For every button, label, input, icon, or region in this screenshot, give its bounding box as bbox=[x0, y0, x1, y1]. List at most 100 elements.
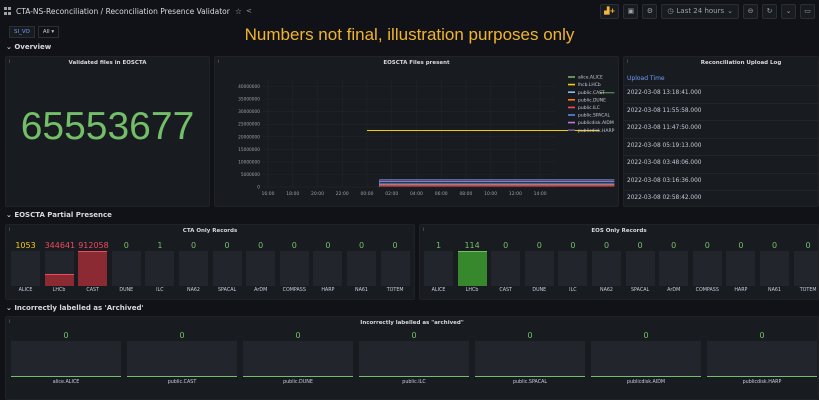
stat-label: ILC bbox=[156, 288, 164, 293]
stat-value: 0 bbox=[295, 331, 301, 340]
stat-box-na62[interactable] bbox=[179, 251, 208, 286]
y-tick-label: 5000000 bbox=[241, 172, 260, 178]
stat-value: 0 bbox=[411, 331, 417, 340]
stat-label: NA61 bbox=[768, 288, 781, 293]
stat-label: publicdisk.AIDM bbox=[626, 380, 666, 385]
panel-title: Reconciliation Upload Log bbox=[700, 60, 782, 66]
stat-box-compass[interactable] bbox=[692, 251, 722, 286]
stat-box-ilc[interactable] bbox=[558, 251, 588, 286]
panel-info-icon[interactable]: i bbox=[627, 59, 628, 65]
breadcrumb[interactable]: CTA-NS-Reconciliation / Reconciliation P… bbox=[16, 7, 230, 16]
stat-box-ardm[interactable] bbox=[659, 251, 689, 286]
stat-value: 0 bbox=[392, 241, 398, 250]
stat-label: ALICE bbox=[431, 288, 446, 293]
x-tick-label: 02:00 bbox=[385, 191, 398, 197]
save-dashboard-icon[interactable]: ▣ bbox=[623, 3, 639, 19]
stat-box-harp[interactable] bbox=[313, 251, 343, 286]
stat-label: DUNE bbox=[532, 288, 547, 293]
stat-box-lhcb[interactable] bbox=[457, 251, 487, 286]
sparkline-baseline bbox=[707, 376, 817, 377]
stat-value: 0 bbox=[291, 241, 297, 250]
stat-box-public-dune[interactable] bbox=[243, 341, 353, 377]
clock-icon: ◷ bbox=[667, 7, 674, 15]
log-row-divider bbox=[624, 155, 818, 156]
x-tick-label: 16:00 bbox=[262, 191, 275, 197]
stat-value: 0 bbox=[570, 241, 576, 250]
row-title-archived: Incorrectly labelled as 'Archived' bbox=[14, 304, 144, 312]
stat-box-spacal[interactable] bbox=[625, 251, 655, 286]
stat-box-public-cast[interactable] bbox=[127, 341, 237, 377]
stat-value: 0 bbox=[603, 241, 610, 250]
stat-box-na61[interactable] bbox=[347, 251, 376, 286]
panel-title: Validated files in EOSCTA bbox=[68, 60, 147, 66]
stat-box-public-ilc[interactable] bbox=[359, 341, 469, 377]
stat-value: 0 bbox=[503, 241, 509, 250]
star-icon[interactable]: ☆ bbox=[235, 7, 242, 16]
refresh-icon[interactable]: ↻ bbox=[762, 3, 777, 19]
share-icon[interactable]: < bbox=[246, 7, 252, 15]
row-header-overview[interactable]: ⌄ Overview bbox=[6, 43, 51, 51]
stat-box-alice[interactable] bbox=[11, 251, 40, 286]
stat-value: 0 bbox=[738, 241, 744, 250]
refresh-interval-chevron-icon[interactable]: ⌄ bbox=[781, 3, 796, 19]
log-row-divider bbox=[624, 85, 818, 86]
stat-box-publicdisk-harp[interactable] bbox=[707, 341, 817, 377]
stat-box-dune[interactable] bbox=[111, 251, 141, 286]
sparkline-baseline bbox=[127, 376, 237, 377]
log-row-divider bbox=[624, 102, 818, 104]
settings-gear-icon[interactable]: ⚙ bbox=[642, 3, 658, 19]
time-range-picker[interactable]: ◷ Last 24 hours ⌄ bbox=[661, 3, 739, 19]
x-tick-label: 04:00 bbox=[410, 191, 423, 197]
y-tick-label: 40000000 bbox=[238, 84, 260, 90]
stat-box-totem[interactable] bbox=[380, 251, 410, 286]
stat-value: 0 bbox=[704, 241, 710, 250]
sparkline-baseline bbox=[359, 376, 469, 377]
stat-label: public.DUNE bbox=[283, 380, 313, 385]
stat-box-ilc[interactable] bbox=[145, 251, 175, 286]
stat-value: 1 bbox=[157, 241, 163, 250]
stat-box-dune[interactable] bbox=[524, 251, 554, 286]
add-panel-icon[interactable]: ▟+ bbox=[600, 3, 620, 19]
stat-label: CAST bbox=[499, 288, 512, 293]
stat-value: 912058 bbox=[78, 241, 109, 250]
stat-box-na61[interactable] bbox=[760, 251, 789, 286]
view-mode-icon[interactable]: ▭ bbox=[800, 3, 815, 19]
stat-label: public.ILC bbox=[402, 380, 426, 385]
log-column-header[interactable]: Upload Time bbox=[627, 75, 665, 82]
stat-value: 1 bbox=[435, 241, 442, 250]
stat-box-cast[interactable] bbox=[491, 251, 521, 286]
zoom-out-icon[interactable]: ⊖ bbox=[743, 3, 758, 19]
stat-value: 1053 bbox=[15, 241, 36, 250]
stat-label: DUNE bbox=[119, 288, 134, 293]
x-tick-label: 12:00 bbox=[509, 191, 522, 197]
stat-value: 0 bbox=[671, 241, 677, 250]
log-row: 2022-03-08 11:55:58.000 bbox=[627, 107, 702, 114]
sparkline-baseline bbox=[591, 376, 701, 377]
stat-box-public-spacal[interactable] bbox=[475, 341, 585, 377]
stat-box-publicdisk-aidm[interactable] bbox=[591, 341, 701, 377]
stat-box-harp[interactable] bbox=[726, 251, 756, 286]
legend-entry: public.SPACAL bbox=[578, 113, 610, 119]
log-row: 2022-03-08 02:58:42.000 bbox=[627, 195, 702, 201]
stat-value: 0 bbox=[805, 241, 811, 250]
stat-box-compass[interactable] bbox=[279, 251, 309, 286]
legend-entry: public.CAST bbox=[578, 90, 605, 96]
stat-label: ArDM bbox=[254, 288, 268, 293]
stat-box-alice[interactable] bbox=[424, 251, 453, 286]
panel-title: Incorrectly labelled as "archived" bbox=[360, 320, 464, 326]
stat-value: 0 bbox=[258, 241, 264, 250]
row-header-archived[interactable]: ⌄ Incorrectly labelled as 'Archived' bbox=[6, 304, 144, 312]
row-header-partial[interactable]: ⌄ EOSCTA Partial Presence bbox=[6, 211, 112, 219]
row-title-partial: EOSCTA Partial Presence bbox=[14, 211, 112, 219]
stat-box-alice-alice[interactable] bbox=[11, 341, 121, 377]
stat-box-na62[interactable] bbox=[592, 251, 621, 286]
stat-box-totem[interactable] bbox=[793, 251, 818, 286]
x-tick-label: 22:00 bbox=[336, 191, 349, 197]
stat-box-spacal[interactable] bbox=[212, 251, 242, 286]
stat-value: 0 bbox=[771, 241, 778, 250]
stat-box-ardm[interactable] bbox=[246, 251, 276, 286]
dashboards-grid-icon[interactable] bbox=[4, 7, 12, 15]
stat-box-cast[interactable] bbox=[78, 251, 108, 286]
y-tick-label: 15000000 bbox=[238, 147, 260, 153]
stat-box-lhcb[interactable] bbox=[44, 251, 74, 286]
